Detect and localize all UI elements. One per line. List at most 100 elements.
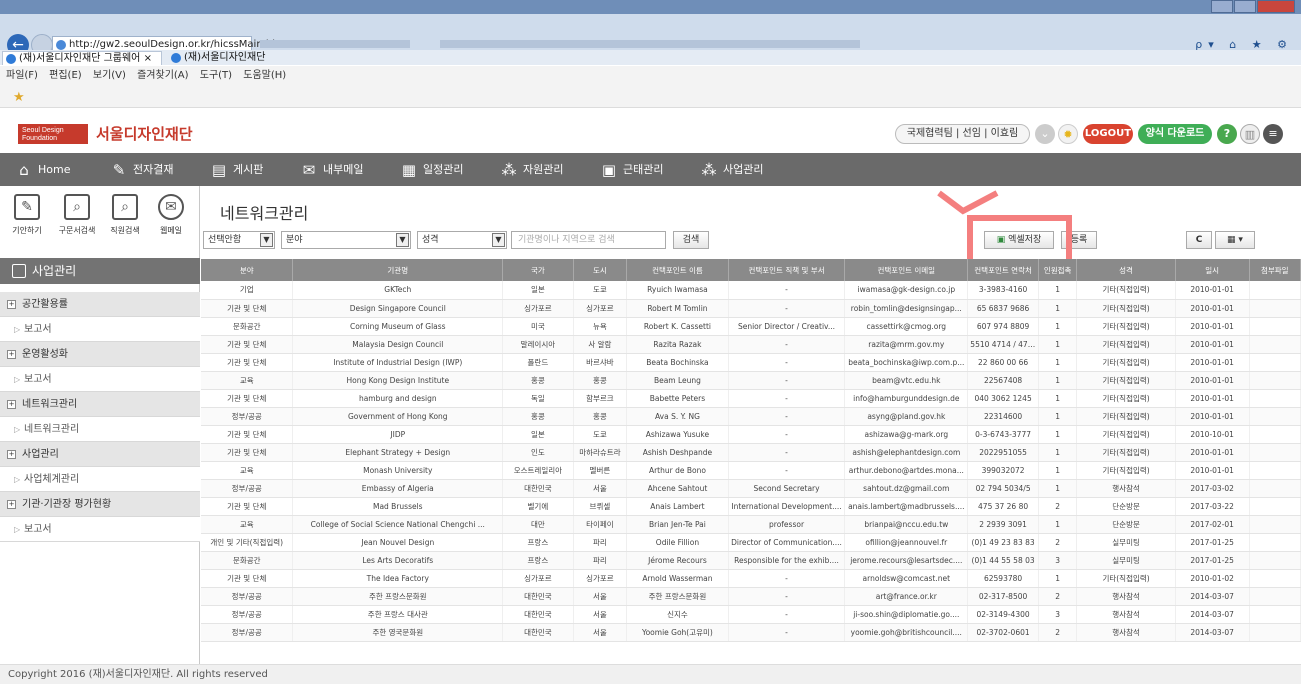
grid-view-button[interactable]: ▦ ▾	[1215, 231, 1255, 249]
search-input[interactable]: 기관명이나 지역으로 검색	[511, 231, 666, 249]
table-row[interactable]: 정부/공공 주한 영국문화원 대한민국 서울 Yoomie Goh(고유미) - yoomi…	[201, 623, 1301, 642]
sidebar-item-report[interactable]: ▷ 보고서	[0, 367, 200, 392]
table-cell: 1	[1038, 443, 1078, 462]
sidebar-item-operation[interactable]: + 운영활성화	[0, 342, 200, 367]
column-header[interactable]: 첨부파일	[1249, 259, 1301, 281]
table-row[interactable]: 문화공간 Corning Museum of Glass 미국 뉴욕 Robert K.…	[201, 317, 1301, 336]
sidebar-item-space[interactable]: + 공간활용률	[0, 292, 200, 317]
nav-schedule[interactable]: ▦ 일정관리	[400, 153, 464, 186]
nav-board[interactable]: ▤ 게시판	[210, 153, 263, 186]
search-button[interactable]: 검색	[673, 231, 709, 249]
list-menu-icon[interactable]: ≡	[1263, 124, 1283, 144]
table-row[interactable]: 기관 및 단체 Malaysia Design Council 말레이시아 사 알람 R…	[201, 335, 1301, 354]
menu-help[interactable]: 도움말(H)	[243, 70, 286, 81]
refresh-button[interactable]: C	[1186, 231, 1212, 249]
table-cell: The Idea Factory	[292, 569, 504, 588]
column-header[interactable]: 성격	[1076, 259, 1176, 281]
quick-draft[interactable]: ✎ 기안하기	[4, 194, 50, 236]
nav-mail[interactable]: ✉ 내부메일	[300, 153, 364, 186]
quick-staff-search[interactable]: ⌕ 직원검색	[102, 194, 148, 236]
table-cell: 홍콩	[502, 371, 574, 390]
nav-attendance[interactable]: ▣ 근태관리	[600, 153, 664, 186]
table-cell: Razita Razak	[626, 335, 729, 354]
column-header[interactable]: 분야	[201, 259, 294, 281]
tab-foundation[interactable]: (재)서울디자인재단	[168, 51, 278, 65]
column-header[interactable]: 국가	[502, 259, 574, 281]
column-header[interactable]: 컨택포인트 이름	[626, 259, 729, 281]
table-row[interactable]: 개인 및 기타(직접입력) Jean Nouvel Design 프랑스 파리 Odil…	[201, 533, 1301, 552]
table-cell: 1	[1038, 317, 1078, 336]
column-header[interactable]: 컨택포인트 이메일	[844, 259, 969, 281]
quick-doc-search[interactable]: ⌕ 구문서검색	[54, 194, 100, 236]
table-cell: 2	[1038, 497, 1078, 516]
table-row[interactable]: 교육 Monash University 오스트레일리아 멜버른 Arthur de B…	[201, 461, 1301, 480]
minimize-button[interactable]	[1211, 0, 1233, 13]
column-header[interactable]: 인원접촉	[1038, 259, 1078, 281]
nav-approval[interactable]: ✎ 전자결재	[110, 153, 174, 186]
table-row[interactable]: 기관 및 단체 Design Singapore Council 싱가포르 싱가포르 R…	[201, 299, 1301, 318]
tab-groupware[interactable]: (재)서울디자인재단 그룹웨어 ×	[2, 51, 162, 65]
settings-gear-icon[interactable]: ✹	[1058, 124, 1078, 144]
grid-menu-icon[interactable]: ▥	[1240, 124, 1260, 144]
table-row[interactable]: 기관 및 단체 Mad Brussels 벨기에 브뤼셀 Anais Lambert In…	[201, 497, 1301, 516]
table-row[interactable]: 문화공간 Les Arts Decoratifs 프랑스 파리 Jérome Recou…	[201, 551, 1301, 570]
maximize-button[interactable]	[1234, 0, 1256, 13]
column-header[interactable]: 도시	[573, 259, 628, 281]
table-row[interactable]: 기관 및 단체 Elephant Strategy + Design 인도 마하라슈트…	[201, 443, 1301, 462]
filter-type-select[interactable]: 성격 ▼	[417, 231, 507, 249]
table-cell: yoomie.goh@britishcouncil....	[844, 623, 969, 642]
quick-webmail[interactable]: ✉ 웹메일	[148, 194, 194, 236]
table-cell: 홍콩	[502, 407, 574, 426]
nav-business[interactable]: ⁂ 사업관리	[700, 153, 764, 186]
close-window-button[interactable]	[1257, 0, 1295, 13]
column-header[interactable]: 컨택포인트 연락처	[967, 259, 1039, 281]
table-row[interactable]: 정부/공공 주한 프랑스 대사관 대한민국 서울 신지수 - ji-soo.shin@dip…	[201, 605, 1301, 624]
table-cell	[1249, 389, 1301, 408]
table-row[interactable]: 기관 및 단체 Institute of Industrial Design (I…	[201, 353, 1301, 372]
table-cell	[1249, 479, 1301, 498]
column-header[interactable]: 기관명	[292, 259, 504, 281]
table-row[interactable]: 기관 및 단체 JIDP 일본 도쿄 Ashizawa Yusuke - ashizawa@…	[201, 425, 1301, 444]
user-menu-chevron-icon[interactable]: ⌄	[1035, 124, 1055, 144]
sidebar-item-business[interactable]: + 사업관리	[0, 442, 200, 467]
table-row[interactable]: 정부/공공 Embassy of Algeria 대한민국 서울 Ahcene Saht…	[201, 479, 1301, 498]
nav-resources[interactable]: ⁂ 자원관리	[500, 153, 564, 186]
table-cell: Ashish Deshpande	[626, 443, 729, 462]
menu-tools[interactable]: 도구(T)	[200, 70, 232, 81]
form-download-button[interactable]: 양식 다운로드	[1138, 124, 1212, 144]
table-row[interactable]: 기업 GKTech 일본 도쿄 Ryuich Iwamasa - iwamasa@gk-de…	[201, 281, 1301, 300]
logout-button[interactable]: LOGOUT	[1083, 124, 1133, 144]
sidebar: ✎ 기안하기 ⌕ 구문서검색 ⌕ 직원검색 ✉ 웹메일 사업관리 + 공간활용률 ▷ 보고서…	[0, 186, 200, 664]
table-row[interactable]: 교육 Hong Kong Design Institute 홍콩 홍콩 Beam Leu…	[201, 371, 1301, 390]
column-header[interactable]: 컨택포인트 직책 및 부서	[728, 259, 846, 281]
table-cell: 2010-01-01	[1175, 353, 1250, 372]
logo[interactable]: Seoul Design Foundation 서울디자인재단	[18, 123, 193, 144]
filter-field-select[interactable]: 분야 ▼	[281, 231, 411, 249]
sidebar-item-network-sub[interactable]: ▷ 네트워크관리	[0, 417, 200, 442]
table-cell: 65 6837 9686	[967, 299, 1039, 318]
sidebar-item-evaluation[interactable]: + 기관·기관장 평가현황	[0, 492, 200, 517]
table-row[interactable]: 교육 College of Social Science National Che…	[201, 515, 1301, 534]
table-cell	[1249, 371, 1301, 390]
favorites-star-icon[interactable]: ★	[13, 90, 25, 105]
table-cell: 주한 프랑스문화원	[292, 587, 504, 606]
sidebar-item-business-system[interactable]: ▷ 사업체계관리	[0, 467, 200, 492]
table-cell: 문화공간	[201, 551, 294, 570]
table-cell: 기타(직접입력)	[1076, 299, 1176, 318]
table-row[interactable]: 정부/공공 Government of Hong Kong 홍콩 홍콩 Ava S. Y…	[201, 407, 1301, 426]
table-row[interactable]: 기관 및 단체 hamburg and design 독일 함부르크 Babette P…	[201, 389, 1301, 408]
sidebar-item-network[interactable]: + 네트워크관리	[0, 392, 200, 417]
table-row[interactable]: 기관 및 단체 The Idea Factory 싱가포르 싱가포르 Arnold Wa…	[201, 569, 1301, 588]
nav-home[interactable]: ⌂ Home	[15, 153, 70, 186]
menu-edit[interactable]: 편집(E)	[49, 70, 82, 81]
table-row[interactable]: 정부/공공 주한 프랑스문화원 대한민국 서울 주한 프랑스문화원 - art@france…	[201, 587, 1301, 606]
menu-file[interactable]: 파일(F)	[6, 70, 38, 81]
menu-favorites[interactable]: 즐겨찾기(A)	[137, 70, 188, 81]
table-cell: beata_bochinska@iwp.com.p...	[844, 353, 969, 372]
menu-view[interactable]: 보기(V)	[93, 70, 126, 81]
help-icon[interactable]: ?	[1217, 124, 1237, 144]
sidebar-item-report[interactable]: ▷ 보고서	[0, 317, 200, 342]
column-header[interactable]: 일시	[1175, 259, 1250, 281]
filter-select-1[interactable]: 선택안함 ▼	[203, 231, 275, 249]
sidebar-item-report[interactable]: ▷ 보고서	[0, 517, 200, 542]
